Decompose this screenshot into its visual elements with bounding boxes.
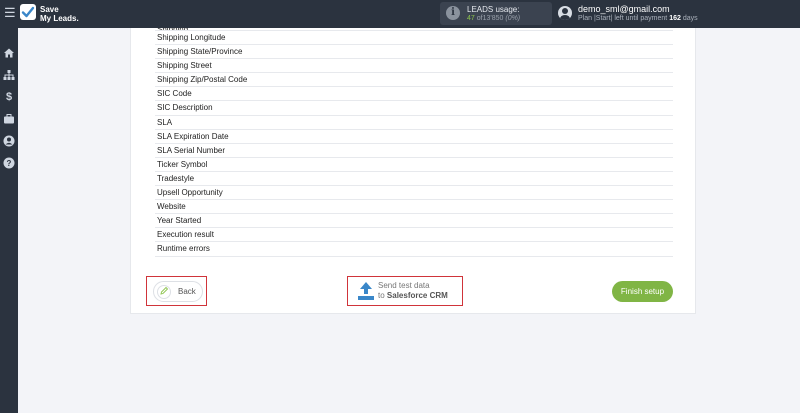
info-icon[interactable]: i [446, 6, 460, 20]
briefcase-icon[interactable] [3, 113, 15, 125]
field-list-card: Shipping ... Shipping Longitude Shipping… [130, 28, 696, 314]
sitemap-icon[interactable] [3, 69, 15, 81]
field-row: Execution result [155, 228, 673, 243]
logo-check-icon [20, 4, 36, 20]
send-test-data-button[interactable]: Send test data to Salesforce CRM [352, 279, 460, 303]
leads-usage-panel: i LEADS usage: 47 of13'850 (0%) [440, 2, 552, 25]
usage-count: 47 of13'850 (0%) [467, 15, 520, 22]
top-bar: ☰ Save My Leads. i LEADS usage: 47 of13'… [0, 0, 800, 28]
logo[interactable]: Save My Leads. [20, 4, 90, 24]
send-target-prefix: to [378, 291, 385, 300]
plan-suffix: days [682, 15, 698, 22]
plan-status: Plan |Start| left until payment 162 days [578, 15, 698, 22]
svg-text:?: ? [7, 159, 12, 168]
user-avatar-icon[interactable] [558, 6, 572, 20]
upload-icon [357, 281, 375, 301]
field-row: Shipping Street [155, 59, 673, 74]
dollar-icon[interactable]: $ [3, 91, 15, 103]
send-test-label: Send test data [378, 281, 430, 290]
finish-setup-button[interactable]: Finish setup [612, 281, 673, 302]
field-row: Shipping Longitude [155, 31, 673, 46]
field-row: Upsell Opportunity [155, 186, 673, 201]
field-list: Shipping ... Shipping Longitude Shipping… [155, 28, 673, 257]
usage-total: 13'850 [482, 15, 504, 22]
usage-used: 47 [467, 15, 475, 22]
field-row: SIC Description [155, 101, 673, 116]
field-row: Shipping State/Province [155, 45, 673, 60]
field-row: SLA Serial Number [155, 144, 673, 158]
plan-days: 162 [669, 15, 681, 22]
hamburger-menu-icon[interactable]: ☰ [4, 6, 16, 20]
field-row: Tradestyle [155, 172, 673, 187]
user-email[interactable]: demo_sml@gmail.com [578, 4, 670, 14]
sidebar: $ ? [0, 28, 18, 413]
plan-prefix: Plan |Start| left until payment [578, 15, 668, 22]
send-target-label: to Salesforce CRM [378, 291, 448, 300]
field-row: SIC Code [155, 87, 673, 102]
field-row: Year Started [155, 214, 673, 229]
usage-percent: (0%) [505, 15, 521, 22]
back-button[interactable]: Back [153, 281, 203, 302]
usage-label: LEADS usage: [467, 5, 520, 14]
field-row: SLA Expiration Date [155, 130, 673, 144]
field-row: SLA [155, 116, 673, 130]
back-label: Back [178, 287, 196, 296]
help-icon[interactable]: ? [3, 157, 15, 169]
home-icon[interactable] [3, 47, 15, 59]
field-row: Shipping Zip/Postal Code [155, 73, 673, 88]
send-target-name: Salesforce CRM [386, 291, 448, 300]
field-row: Runtime errors [155, 242, 673, 257]
user-circle-icon[interactable] [3, 135, 15, 147]
pencil-icon [157, 285, 171, 299]
logo-text: Save My Leads. [40, 5, 79, 23]
field-row: Ticker Symbol [155, 158, 673, 172]
field-row: Website [155, 200, 673, 215]
